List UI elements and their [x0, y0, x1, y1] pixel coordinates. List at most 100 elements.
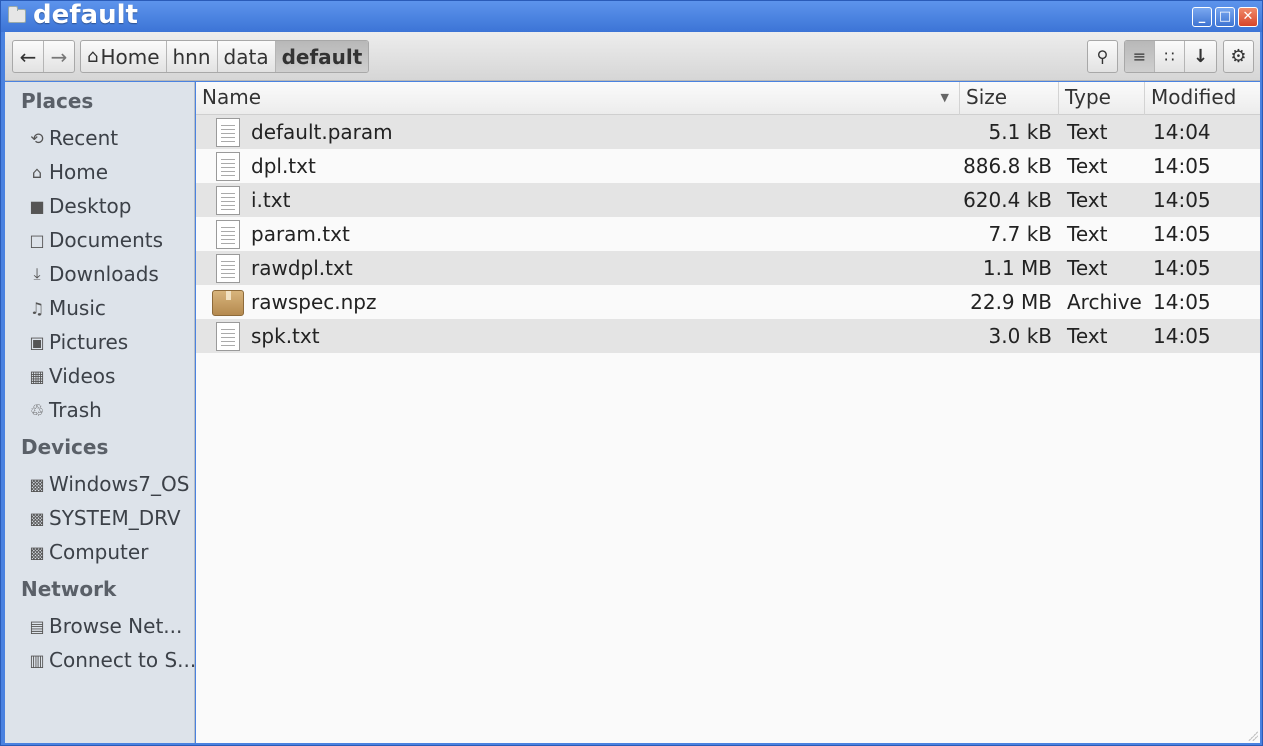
column-name-header[interactable]: Name ▼ — [196, 82, 960, 115]
home-icon: ⌂ — [87, 46, 99, 67]
table-row[interactable]: spk.txt 3.0 kB Text 14:05 — [196, 319, 1260, 353]
resize-grip[interactable] — [1248, 731, 1258, 741]
search-button[interactable]: ⚲ — [1088, 41, 1117, 72]
sidebar-item-label: Home — [49, 160, 109, 184]
home-icon: ⌂ — [31, 162, 43, 182]
back-button[interactable]: ← — [13, 41, 44, 72]
drive-icon: ▩ — [29, 508, 45, 528]
file-modified: 14:05 — [1153, 324, 1211, 348]
sidebar-item-trash[interactable]: ♲ Trash — [27, 395, 102, 425]
desktop-folder-icon: ■ — [29, 196, 45, 216]
sidebar-item-computer[interactable]: ▩ Computer — [27, 537, 148, 567]
file-name: default.param — [251, 120, 393, 144]
places-heading: Places — [21, 89, 94, 113]
text-file-icon — [216, 322, 240, 351]
file-name: dpl.txt — [251, 154, 316, 178]
sidebar-item-label: Computer — [49, 540, 149, 564]
down-arrow-icon: ↓ — [1192, 46, 1209, 67]
sidebar-item-label: Music — [49, 296, 106, 320]
file-type: Text — [1067, 154, 1108, 178]
table-row[interactable]: default.param 5.1 kB Text 14:04 — [196, 115, 1260, 149]
table-row[interactable]: param.txt 7.7 kB Text 14:05 — [196, 217, 1260, 251]
download-icon: ⤓ — [33, 264, 41, 283]
search-group: ⚲ — [1087, 40, 1118, 73]
sidebar-item-home[interactable]: ⌂ Home — [27, 157, 108, 187]
file-modified: 14:05 — [1153, 222, 1211, 246]
breadcrumb-home[interactable]: ⌂ Home — [81, 41, 167, 72]
text-file-icon — [216, 220, 240, 249]
close-button[interactable]: ✕ — [1238, 7, 1258, 27]
file-size: 1.1 MB — [982, 256, 1052, 280]
sidebar-item-connect-to-server[interactable]: ▥ Connect to S... — [27, 645, 196, 675]
column-label: Name — [202, 85, 262, 109]
title-bar[interactable]: default _ □ ✕ — [1, 0, 1262, 32]
column-modified-header[interactable]: Modified — [1145, 82, 1260, 115]
file-name: param.txt — [251, 222, 350, 246]
file-name: i.txt — [251, 188, 291, 212]
forward-button[interactable]: → — [44, 41, 74, 72]
table-row[interactable]: dpl.txt 886.8 kB Text 14:05 — [196, 149, 1260, 183]
breadcrumb: ⌂ Home hnn data default — [80, 40, 370, 73]
column-size-header[interactable]: Size — [960, 82, 1059, 115]
sidebar-item-pictures[interactable]: ▣ Pictures — [27, 327, 128, 357]
file-size: 3.0 kB — [988, 324, 1052, 348]
sidebar-item-recent[interactable]: ⟲ Recent — [27, 123, 118, 153]
music-icon: ♫ — [29, 298, 45, 318]
file-type: Text — [1067, 256, 1108, 280]
settings-group: ⚙ — [1223, 40, 1254, 73]
file-type: Text — [1067, 222, 1108, 246]
column-type-header[interactable]: Type — [1059, 82, 1145, 115]
grid-view-button[interactable]: ∷ — [1155, 41, 1185, 72]
list-view-button[interactable]: ≡ — [1125, 41, 1155, 72]
table-row[interactable]: i.txt 620.4 kB Text 14:05 — [196, 183, 1260, 217]
sidebar-item-downloads[interactable]: ⤓ Downloads — [27, 259, 158, 289]
sidebar-item-system-drv[interactable]: ▩ SYSTEM_DRV — [27, 503, 180, 533]
breadcrumb-label: hnn — [172, 44, 211, 69]
sidebar-item-videos[interactable]: ▦ Videos — [27, 361, 115, 391]
sidebar-item-browse-network[interactable]: ▤ Browse Net... — [27, 611, 182, 641]
archive-icon — [212, 290, 244, 316]
history-nav: ← → — [12, 40, 75, 73]
settings-button[interactable]: ⚙ — [1224, 41, 1253, 72]
breadcrumb-label: Home — [100, 44, 160, 69]
column-label: Modified — [1151, 85, 1237, 109]
minimize-button[interactable]: _ — [1192, 7, 1212, 27]
sidebar-item-desktop[interactable]: ■ Desktop — [27, 191, 131, 221]
forward-arrow-icon: → — [50, 44, 68, 69]
sidebar-item-label: Recent — [49, 126, 119, 150]
sidebar-item-label: Desktop — [49, 194, 132, 218]
text-file-icon — [216, 152, 240, 181]
table-row[interactable]: rawspec.npz 22.9 MB Archive 14:05 — [196, 285, 1260, 319]
file-type: Text — [1067, 120, 1108, 144]
file-size: 620.4 kB — [963, 188, 1052, 212]
breadcrumb-hnn[interactable]: hnn — [167, 41, 218, 72]
breadcrumb-data[interactable]: data — [218, 41, 276, 72]
file-type: Text — [1067, 324, 1108, 348]
search-icon: ⚲ — [1096, 47, 1109, 66]
sidebar-item-documents[interactable]: □ Documents — [27, 225, 163, 255]
devices-heading: Devices — [21, 435, 109, 459]
file-modified: 14:05 — [1153, 154, 1211, 178]
folder-icon — [8, 6, 26, 23]
breadcrumb-label: data — [223, 44, 269, 69]
view-options-button[interactable]: ↓ — [1185, 41, 1216, 72]
sidebar-item-windows7-os[interactable]: ▩ Windows7_OS — [27, 469, 189, 499]
file-modified: 14:05 — [1153, 290, 1211, 314]
column-label: Type — [1065, 85, 1111, 109]
grid-view-icon: ∷ — [1164, 47, 1175, 66]
column-header: Name ▼ Size Type Modified — [196, 82, 1260, 115]
column-label: Size — [966, 85, 1008, 109]
file-modified: 14:04 — [1153, 120, 1211, 144]
sidebar-item-music[interactable]: ♫ Music — [27, 293, 106, 323]
network-icon: ▤ — [29, 616, 45, 636]
text-file-icon — [216, 186, 240, 215]
breadcrumb-default[interactable]: default — [275, 41, 369, 72]
table-row[interactable]: rawdpl.txt 1.1 MB Text 14:05 — [196, 251, 1260, 285]
text-file-icon — [216, 254, 240, 283]
recent-icon: ⟲ — [30, 128, 44, 148]
server-icon: ▥ — [29, 650, 45, 670]
gear-icon: ⚙ — [1230, 46, 1247, 67]
sidebar-item-label: Browse Net... — [49, 614, 183, 638]
maximize-button[interactable]: □ — [1215, 7, 1235, 27]
file-name: rawspec.npz — [251, 290, 377, 314]
